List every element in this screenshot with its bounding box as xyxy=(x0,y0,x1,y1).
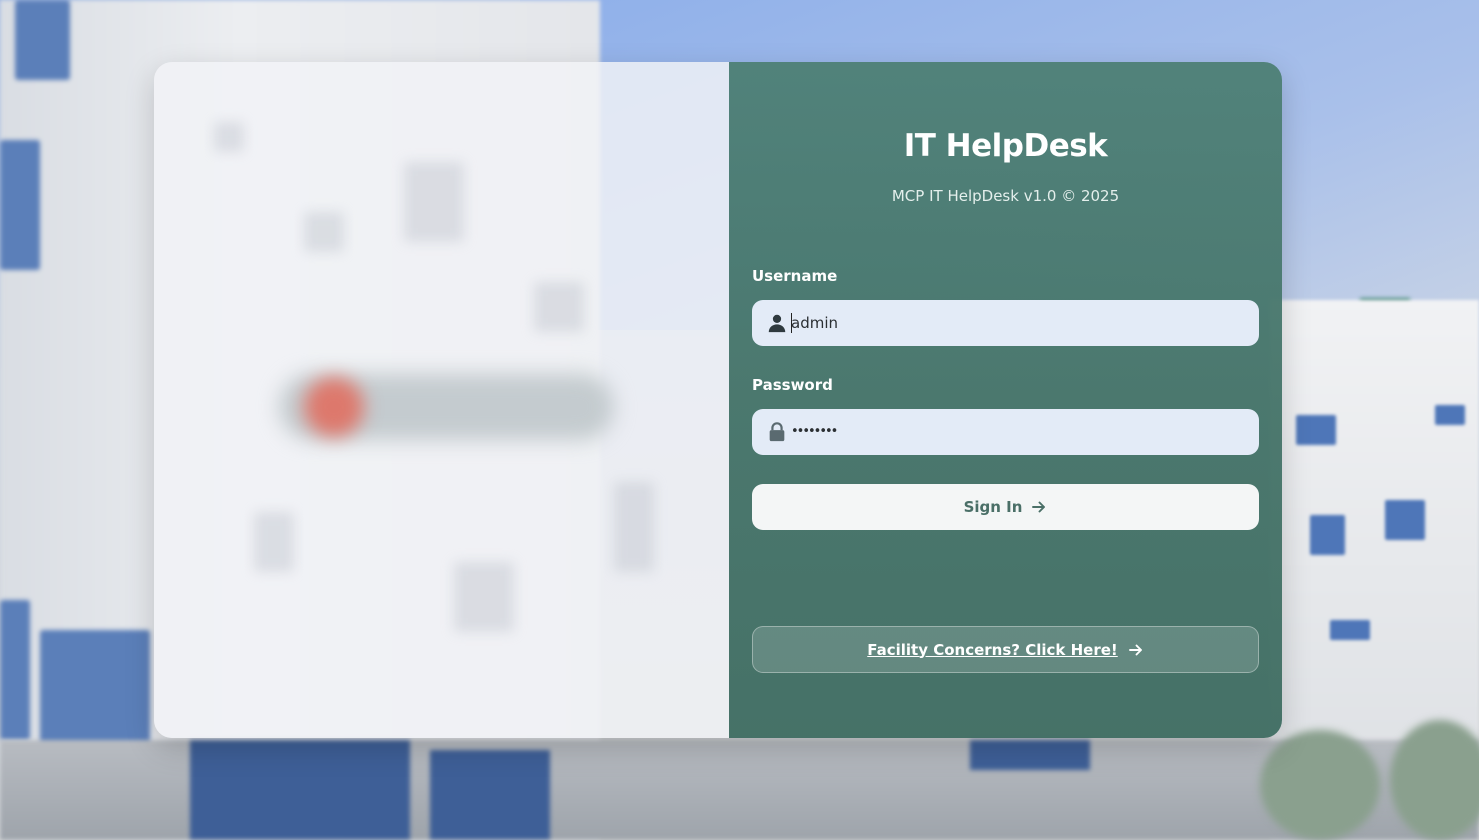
sign-in-label: Sign In xyxy=(963,498,1023,516)
arrow-right-icon xyxy=(1032,501,1046,513)
username-label: Username xyxy=(752,267,838,285)
blurred-logo-mark xyxy=(304,377,364,437)
username-field[interactable]: admin xyxy=(752,300,1259,346)
facility-concerns-label: Facility Concerns? Click Here! xyxy=(867,640,1118,659)
arrow-right-icon xyxy=(1128,644,1142,655)
password-field[interactable]: •••••••• xyxy=(752,409,1259,455)
sign-in-button[interactable]: Sign In xyxy=(752,484,1259,530)
facility-concerns-link[interactable]: Facility Concerns? Click Here! xyxy=(752,626,1259,673)
background-tree xyxy=(1390,720,1479,840)
branding-pane xyxy=(154,62,729,738)
username-value: admin xyxy=(791,314,838,332)
password-label: Password xyxy=(752,376,833,394)
login-form-pane: IT HelpDesk MCP IT HelpDesk v1.0 © 2025 … xyxy=(729,62,1282,738)
app-subtitle: MCP IT HelpDesk v1.0 © 2025 xyxy=(891,187,1120,205)
user-icon xyxy=(768,314,786,333)
password-value: •••••••• xyxy=(791,424,838,439)
app-title: IT HelpDesk xyxy=(903,128,1108,164)
background-tree xyxy=(1260,730,1380,840)
login-card: IT HelpDesk MCP IT HelpDesk v1.0 © 2025 … xyxy=(154,62,1282,738)
lock-icon xyxy=(769,422,785,442)
background-ground-floor xyxy=(0,740,1479,840)
